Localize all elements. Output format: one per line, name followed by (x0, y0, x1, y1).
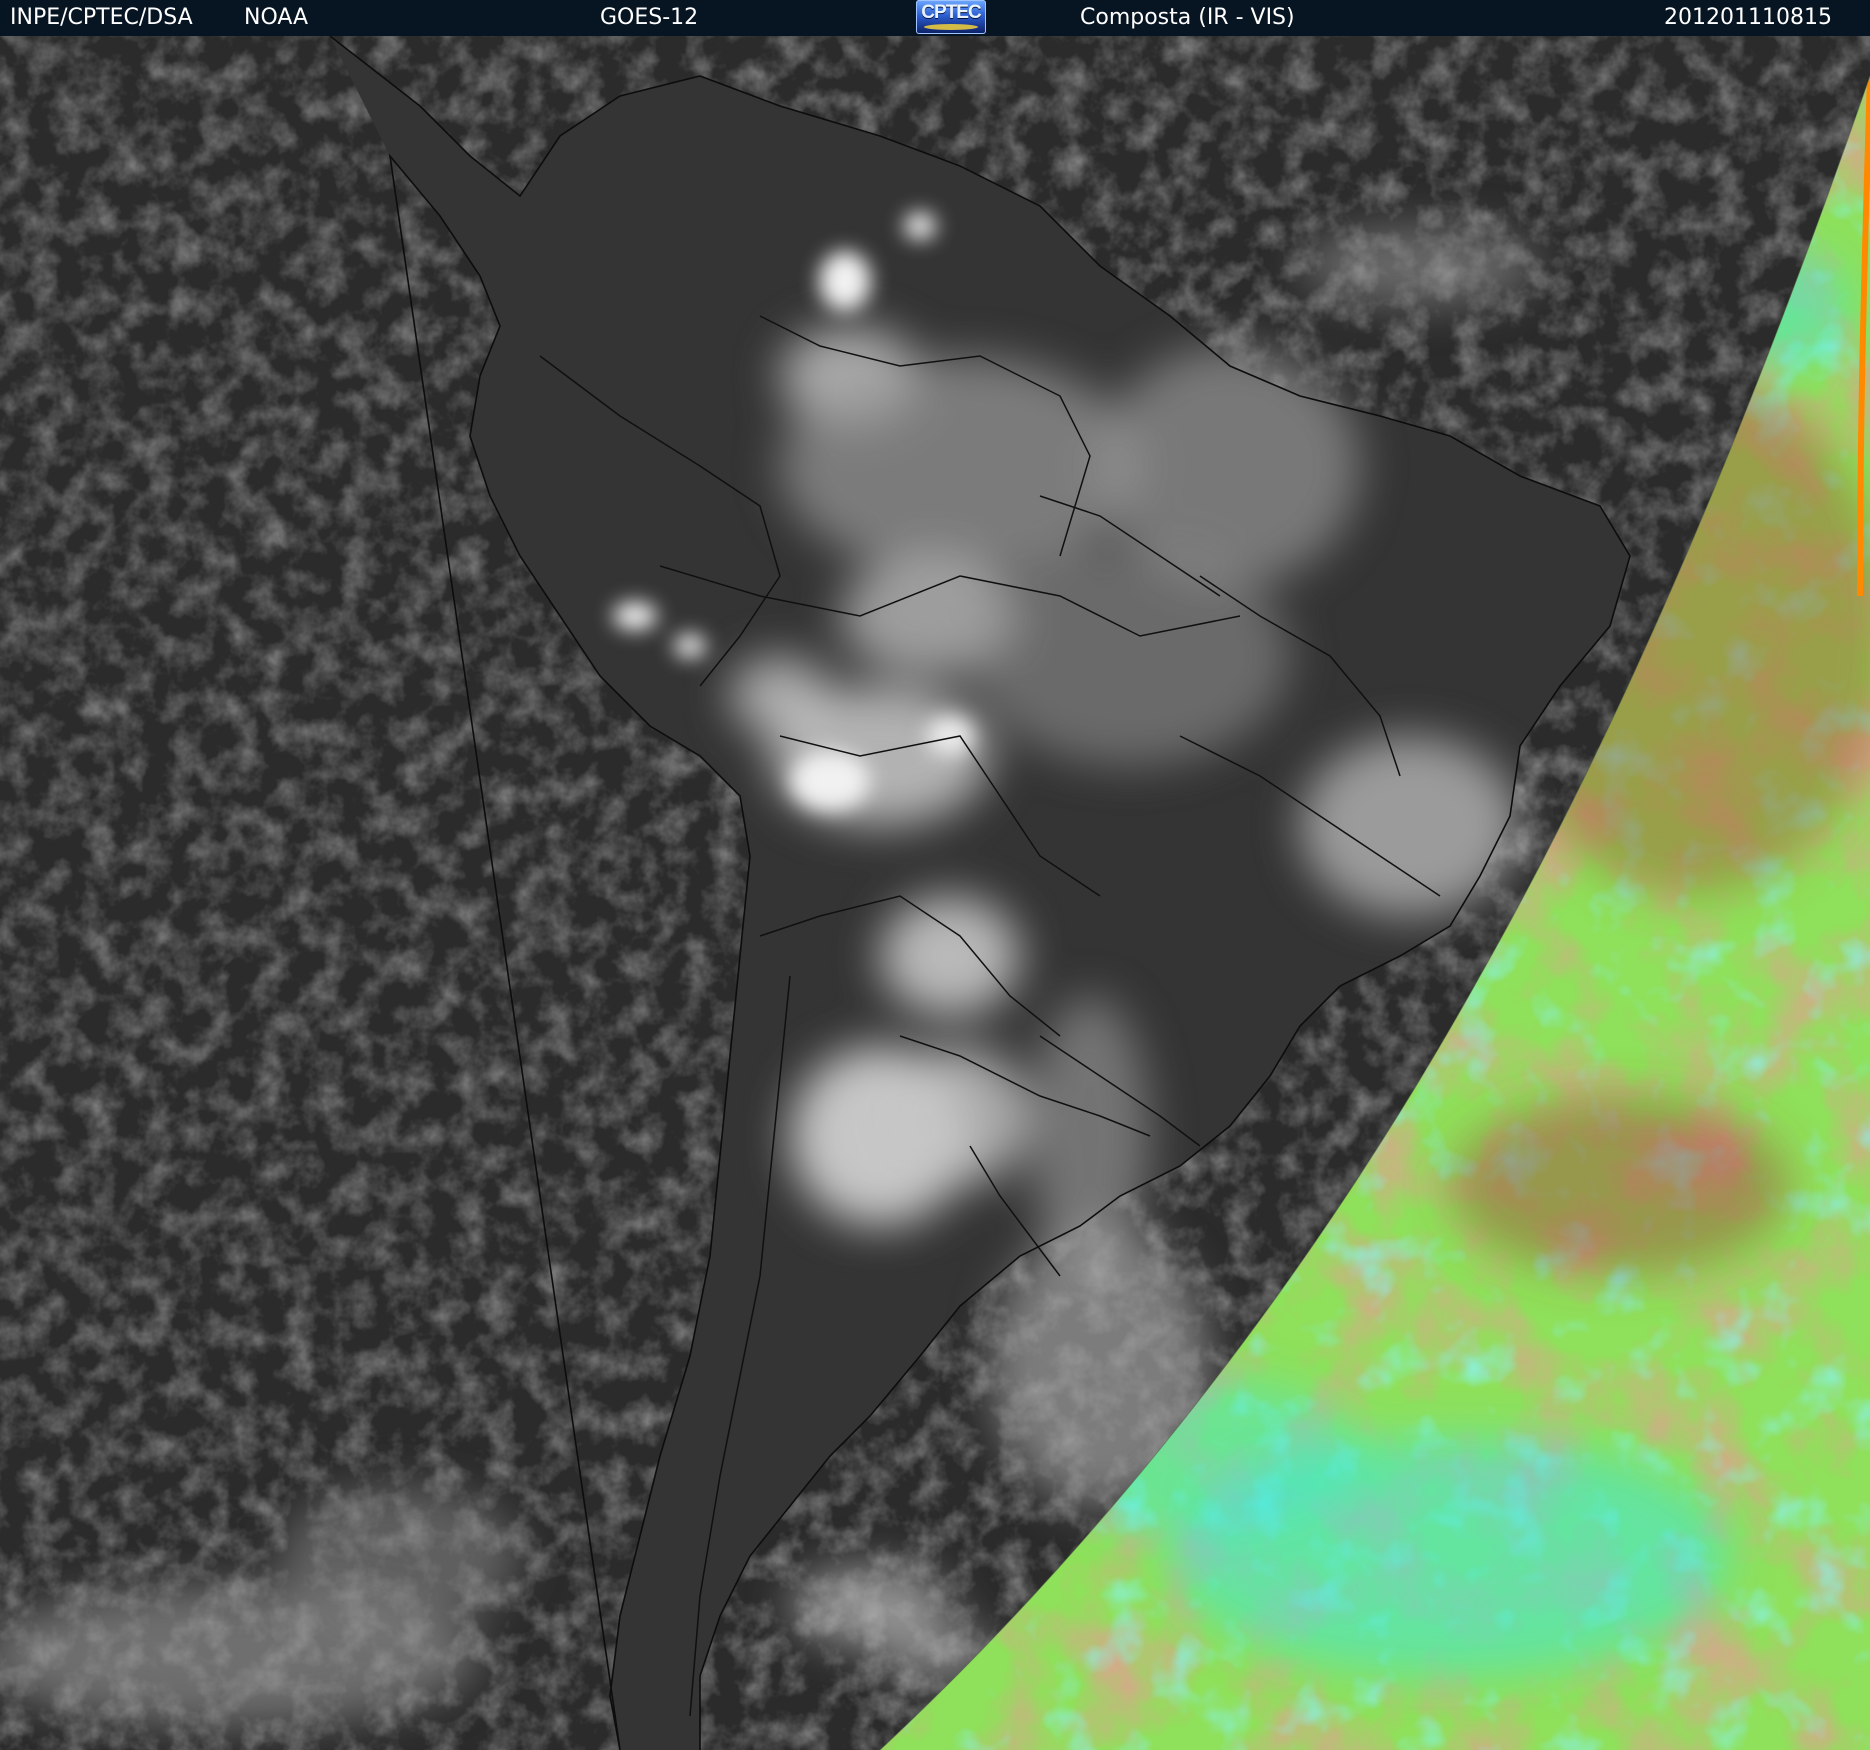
image-header-bar: INPE/CPTEC/DSA NOAA GOES-12 CPTEC Compos… (0, 0, 1870, 36)
agency-label: NOAA (244, 5, 309, 30)
product-label: Composta (IR - VIS) (1080, 5, 1295, 30)
logo-text: CPTEC (921, 2, 981, 23)
satellite-image (0, 36, 1870, 1750)
satellite-label: GOES-12 (600, 5, 699, 30)
timestamp-label: 201201110815 (1664, 5, 1832, 30)
organization-label: INPE/CPTEC/DSA (10, 5, 193, 30)
cptec-logo-icon: CPTEC (916, 0, 986, 34)
